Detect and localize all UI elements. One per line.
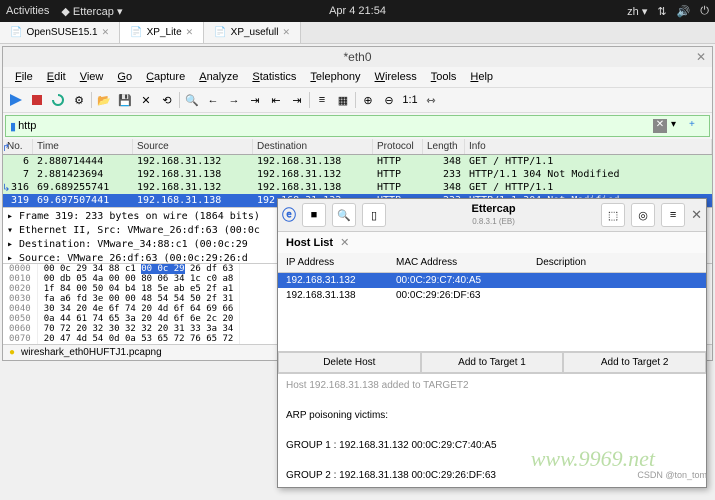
hostlist-actions: Delete Host Add to Target 1 Add to Targe… xyxy=(278,351,706,373)
host-row[interactable]: 192.168.31.13200:0C:29:C7:40:A5 xyxy=(278,273,706,288)
log-line: GROUP 2 : 192.168.31.138 00:0C:29:26:DF:… xyxy=(286,468,698,483)
add-target2-button[interactable]: Add to Target 2 xyxy=(563,352,706,373)
menu-icon[interactable]: ≡ xyxy=(661,203,685,227)
search-icon[interactable]: 🔍 xyxy=(332,203,356,227)
packet-row[interactable]: 62.880714444192.168.31.132192.168.31.138… xyxy=(3,155,712,168)
sound-icon[interactable]: 🔊 xyxy=(677,5,691,18)
add-target1-button[interactable]: Add to Target 1 xyxy=(421,352,564,373)
ettercap-title: Ettercap0.8.3.1 (EB) xyxy=(392,203,595,227)
filter-input[interactable] xyxy=(16,118,651,134)
ettercap-window: ⓔ ■ 🔍 ▯ Ettercap0.8.3.1 (EB) ⬚ ◎ ≡ ✕ Hos… xyxy=(277,198,707,488)
log-line: Host 192.168.31.138 added to TARGET2 xyxy=(286,378,698,393)
next-icon[interactable]: → xyxy=(225,91,243,109)
related-icon: ↳ xyxy=(2,183,10,194)
menu-item[interactable]: Telephony xyxy=(304,69,366,85)
stop-icon[interactable]: ■ xyxy=(302,203,326,227)
vm-tabs: 📄 OpenSUSE15.1 ✕ 📄 XP_Lite ✕ 📄 XP_useful… xyxy=(0,22,715,44)
network-icon[interactable]: ⇅ xyxy=(657,5,666,18)
clock[interactable]: Apr 4 21:54 xyxy=(329,5,386,17)
recent-filter-icon[interactable]: ▾ xyxy=(671,119,685,133)
menu-item[interactable]: Analyze xyxy=(193,69,244,85)
capture-file-label: wireshark_eth0HUFTJ1.pcapng xyxy=(21,347,162,358)
delete-host-button[interactable]: Delete Host xyxy=(278,352,421,373)
apply-filter-icon[interactable]: + xyxy=(689,119,703,133)
toolbar: ⚙ 📂 💾 ✕ ⟲ 🔍 ← → ⇥ ⇤ ⇥ ≡ ▦ ⊕ ⊖ 1:1 ⇿ xyxy=(3,88,712,113)
first-icon[interactable]: ⇤ xyxy=(267,91,285,109)
menu-item[interactable]: Tools xyxy=(425,69,463,85)
activities-button[interactable]: Activities xyxy=(6,5,49,17)
close-icon[interactable]: ✕ xyxy=(691,207,702,223)
autoscroll-icon[interactable]: ≡ xyxy=(313,91,331,109)
resize-cols-icon[interactable]: ⇿ xyxy=(422,91,440,109)
menu-item[interactable]: Edit xyxy=(41,69,72,85)
hostlist-icon[interactable]: ▯ xyxy=(362,203,386,227)
gnome-topbar: Activities ◆ Ettercap ▾ Apr 4 21:54 zh ▾… xyxy=(0,0,715,22)
vm-tab[interactable]: 📄 XP_usefull ✕ xyxy=(204,22,301,43)
window-title: *eth0✕ xyxy=(3,47,712,67)
packet-row[interactable]: 72.881423694192.168.31.138192.168.31.132… xyxy=(3,168,712,181)
menu-bar: FileEditViewGoCaptureAnalyzeStatisticsTe… xyxy=(3,67,712,88)
close-icon[interactable]: ✕ xyxy=(102,27,110,38)
close-icon[interactable]: ✕ xyxy=(282,27,290,38)
log-line: ARP poisoning victims: xyxy=(286,408,698,423)
host-list[interactable]: 192.168.31.13200:0C:29:C7:40:A5192.168.3… xyxy=(278,273,706,351)
save-icon[interactable]: 💾 xyxy=(116,91,134,109)
menu-item[interactable]: Capture xyxy=(140,69,191,85)
menu-item[interactable]: Statistics xyxy=(246,69,302,85)
prev-icon[interactable]: ← xyxy=(204,91,222,109)
start-capture-icon[interactable] xyxy=(7,91,25,109)
ettercap-titlebar: ⓔ ■ 🔍 ▯ Ettercap0.8.3.1 (EB) ⬚ ◎ ≡ ✕ xyxy=(278,199,706,232)
tab-close-icon[interactable]: ✕ xyxy=(340,237,349,249)
stop-capture-icon[interactable] xyxy=(28,91,46,109)
input-lang[interactable]: zh ▾ xyxy=(627,5,647,18)
vm-tab[interactable]: 📄 XP_Lite ✕ xyxy=(120,22,204,43)
find-icon[interactable]: 🔍 xyxy=(183,91,201,109)
menu-item[interactable]: View xyxy=(74,69,110,85)
power-icon[interactable]: ⏻ xyxy=(700,5,709,18)
colorize-icon[interactable]: ▦ xyxy=(334,91,352,109)
open-icon[interactable]: 📂 xyxy=(95,91,113,109)
menu-item[interactable]: Go xyxy=(111,69,138,85)
app-menu[interactable]: ◆ Ettercap ▾ xyxy=(61,5,122,18)
reload-icon[interactable]: ⟲ xyxy=(158,91,176,109)
restart-icon[interactable] xyxy=(49,91,67,109)
targets-icon[interactable]: ◎ xyxy=(631,203,655,227)
expert-icon[interactable]: ● xyxy=(9,347,15,358)
close-icon[interactable]: ✕ xyxy=(696,50,706,64)
zoom-in-icon[interactable]: ⊕ xyxy=(359,91,377,109)
jump-icon[interactable]: ⇥ xyxy=(246,91,264,109)
log-line: GROUP 1 : 192.168.31.132 00:0C:29:C7:40:… xyxy=(286,438,698,453)
packet-list-header: No.TimeSourceDestinationProtocolLengthIn… xyxy=(3,139,712,155)
host-row[interactable]: 192.168.31.13800:0C:29:26:DF:63 xyxy=(278,288,706,303)
menu-item[interactable]: Help xyxy=(464,69,499,85)
mitm-icon[interactable]: ⬚ xyxy=(601,203,625,227)
ettercap-logo-icon: ⓔ xyxy=(282,205,296,225)
menu-item[interactable]: File xyxy=(9,69,39,85)
display-filter: ▮ ✕ ▾ + xyxy=(5,115,710,137)
menu-item[interactable]: Wireless xyxy=(369,69,423,85)
vm-tab[interactable]: 📄 OpenSUSE15.1 ✕ xyxy=(0,22,120,43)
last-icon[interactable]: ⇥ xyxy=(288,91,306,109)
close-icon[interactable]: ✕ xyxy=(186,27,194,38)
related-icon: ↱ xyxy=(2,143,10,154)
packet-row[interactable]: 31669.689255741192.168.31.132192.168.31.… xyxy=(3,181,712,194)
close-file-icon[interactable]: ✕ xyxy=(137,91,155,109)
hostlist-header: IP AddressMAC AddressDescription xyxy=(278,253,706,273)
tab-hostlist[interactable]: Host List ✕ xyxy=(278,232,706,253)
zoom-reset-icon[interactable]: 1:1 xyxy=(401,91,419,109)
zoom-out-icon[interactable]: ⊖ xyxy=(380,91,398,109)
credit: CSDN @ton_tom xyxy=(637,470,707,480)
options-icon[interactable]: ⚙ xyxy=(70,91,88,109)
clear-filter-icon[interactable]: ✕ xyxy=(653,119,667,133)
